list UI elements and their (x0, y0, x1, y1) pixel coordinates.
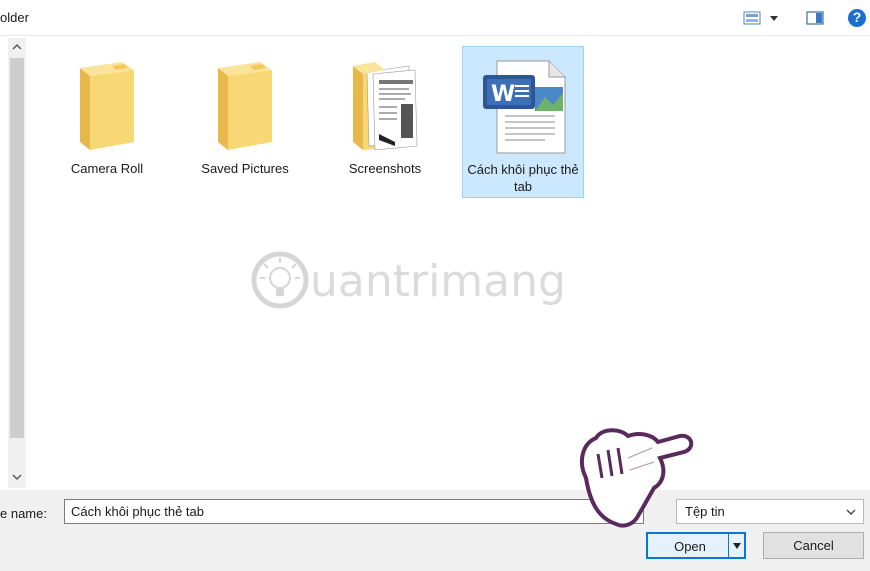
file-item-label: Camera Roll (70, 161, 144, 176)
file-item-camera-roll[interactable]: Camera Roll (46, 46, 168, 198)
chevron-down-icon (12, 474, 22, 480)
help-button[interactable]: ? (846, 8, 868, 28)
hand-pointer-icon (579, 428, 694, 528)
chevron-up-icon (12, 44, 22, 50)
caret-down-icon (732, 542, 741, 549)
filename-input[interactable]: Cách khôi phục thẻ tab (64, 499, 644, 524)
folder-with-documents-icon (345, 56, 425, 159)
file-item-label: Screenshots (348, 161, 422, 176)
view-options-icon (743, 11, 778, 25)
svg-text:W: W (491, 82, 515, 107)
view-options-button[interactable] (740, 8, 784, 28)
preview-pane-icon (806, 11, 824, 25)
file-item-saved-pictures[interactable]: Saved Pictures (184, 46, 306, 198)
preview-pane-button[interactable] (804, 8, 826, 28)
watermark-logo: uantrimang (250, 250, 566, 320)
toolbar: older ? (0, 0, 870, 36)
vertical-scrollbar[interactable] (8, 38, 26, 488)
toolbar-title: older (0, 10, 29, 25)
file-item-screenshots[interactable]: Screenshots (324, 46, 446, 198)
help-glyph: ? (852, 9, 862, 25)
file-list: Camera Roll Saved Pictures Screenshots W… (28, 38, 870, 490)
lightbulb-icon (251, 251, 309, 309)
file-item-label: Cách khôi phục thẻ tab (467, 162, 579, 194)
folder-icon (72, 56, 142, 155)
open-dropdown-arrow[interactable] (728, 534, 744, 557)
file-type-select[interactable]: Tệp tin (676, 499, 864, 524)
cancel-button[interactable]: Cancel (763, 532, 864, 559)
open-button-label: Open (674, 539, 706, 554)
filename-label: e name: (0, 506, 47, 521)
dialog-footer: e name: Cách khôi phục thẻ tab Tệp tin O… (0, 490, 870, 571)
folder-icon (210, 56, 280, 155)
scrollbar-thumb[interactable] (10, 58, 24, 438)
open-button[interactable]: Open (646, 532, 746, 559)
file-item-label: Saved Pictures (201, 161, 289, 176)
scroll-down-arrow[interactable] (8, 468, 26, 486)
watermark-text: uantrimang (310, 256, 566, 307)
chevron-down-icon (846, 509, 856, 515)
scroll-up-arrow[interactable] (8, 38, 26, 56)
file-item-cach-khoi-phuc-the-tab[interactable]: W Cách khôi phục thẻ tab (462, 46, 584, 198)
word-document-icon: W (475, 57, 571, 160)
